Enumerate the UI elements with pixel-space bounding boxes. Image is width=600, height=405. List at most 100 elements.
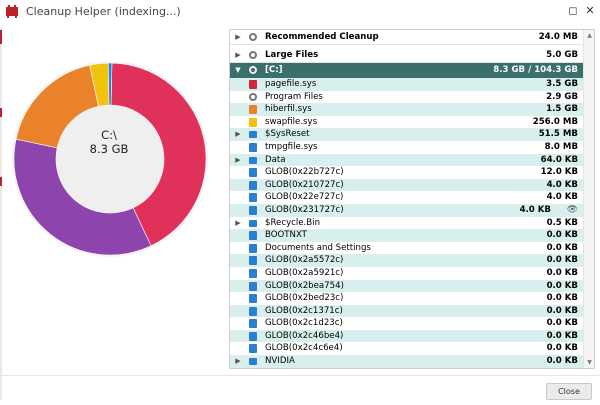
row-label: GLOB(0x22e727c)	[265, 192, 344, 203]
file-icon	[249, 231, 257, 241]
row-size: 0.0 KB	[546, 230, 578, 241]
expand-right-icon[interactable]: ▶	[234, 48, 242, 63]
row-label: GLOB(0x2a5572c)	[265, 255, 344, 266]
row-size: 3.5 GB	[546, 79, 578, 89]
folder-icon	[249, 156, 257, 164]
tree-row[interactable]: GLOB(0x2bed23c) 0.0 KB	[230, 292, 594, 305]
tree-row[interactable]: GLOB(0x2c46be4) 0.0 KB	[230, 329, 594, 343]
file-icon	[249, 294, 257, 304]
tree-row[interactable]: GLOB(0x231727c) 4.0 KB 👁	[230, 203, 594, 217]
file-icon	[249, 142, 257, 152]
orange-icon	[249, 105, 257, 115]
edge-mark	[0, 30, 2, 44]
row-label: $Recycle.Bin	[265, 217, 321, 228]
tree-row[interactable]: GLOB(0x2a5921c) 0.0 KB	[230, 267, 594, 280]
tree-row[interactable]: ▶ Recommended Cleanup 24.0 MB	[230, 30, 594, 45]
folder-icon	[249, 219, 257, 227]
tree-row[interactable]: ▶ $Recycle.Bin 0.5 KB	[230, 217, 594, 230]
tree-row[interactable]: GLOB(0x2c1371c) 0.0 KB	[230, 304, 594, 318]
row-size: 8.3 GB / 104.3 GB	[493, 65, 578, 75]
row-label: [C:]	[265, 65, 283, 75]
row-size: 0.0 KB	[546, 318, 578, 329]
folder-icon	[249, 358, 257, 366]
row-size: 0.0 KB	[546, 343, 578, 354]
row-size: 8.0 MB	[544, 141, 578, 152]
row-label: GLOB(0x2c46be4)	[265, 330, 344, 341]
tree-scrollbar[interactable]: ▲ ▼	[583, 30, 594, 368]
tree-row[interactable]: swapfile.sys 256.0 MB	[230, 116, 594, 129]
usage-donut: C:\ 8.3 GB	[4, 61, 216, 257]
file-icon	[249, 168, 257, 178]
tree-row[interactable]: ▶ Data 64.0 KB	[230, 153, 594, 167]
eye-icon[interactable]: 👁	[567, 204, 578, 217]
tree-row[interactable]: pagefile.sys 3.5 GB	[230, 78, 594, 91]
tree-row[interactable]: ▶ NVIDIA 0.0 KB	[230, 355, 594, 368]
expand-right-icon[interactable]: ▶	[234, 30, 242, 45]
row-size: 4.0 KB	[546, 179, 578, 190]
tree-row[interactable]: tmpgfile.sys 8.0 MB	[230, 141, 594, 154]
row-label: GLOB(0x2c4c6e4)	[265, 343, 343, 354]
gear-icon	[249, 51, 257, 59]
row-label: NVIDIA	[265, 356, 295, 367]
file-tree[interactable]: ▶ Recommended Cleanup 24.0 MB ▶ Large Files 5…	[229, 29, 595, 369]
expand-right-icon[interactable]: ▶	[234, 217, 242, 230]
row-label: hiberfil.sys	[265, 104, 312, 115]
expand-right-icon[interactable]: ▶	[234, 154, 242, 167]
donut-slice[interactable]	[107, 62, 113, 106]
tree-row[interactable]: GLOB(0x2bea754) 0.0 KB	[230, 279, 594, 293]
row-size: 0.0 KB	[546, 305, 578, 316]
row-size: 2.9 GB	[546, 91, 578, 102]
file-icon	[249, 180, 257, 190]
row-size: 0.0 KB	[546, 356, 578, 367]
close-button[interactable]: Close	[546, 383, 592, 400]
scroll-down-icon[interactable]: ▼	[585, 359, 594, 366]
restore-button[interactable]: ◻	[565, 3, 581, 19]
row-label: Recommended Cleanup	[265, 32, 379, 42]
yellow-icon	[249, 117, 257, 127]
tree-row[interactable]: GLOB(0x2c1d23c) 0.0 KB	[230, 317, 594, 330]
file-icon	[249, 205, 257, 215]
row-label: GLOB(0x231727c)	[265, 204, 344, 215]
scroll-up-icon[interactable]: ▲	[585, 32, 594, 39]
row-size: 0.0 KB	[546, 293, 578, 304]
drive-label: C:\	[101, 128, 117, 142]
file-icon	[249, 281, 257, 291]
row-label: GLOB(0x2bed23c)	[265, 293, 344, 304]
tree-row[interactable]: BOOTNXT 0.0 KB	[230, 229, 594, 242]
file-icon	[249, 344, 257, 354]
expand-right-icon[interactable]: ▶	[234, 355, 242, 368]
tree-row[interactable]: GLOB(0x2a5572c) 0.0 KB	[230, 254, 594, 267]
tree-row[interactable]: hiberfil.sys 1.5 GB	[230, 103, 594, 116]
row-size: 64.0 KB	[540, 154, 578, 165]
used-size: 8.3 GB	[89, 142, 129, 156]
row-label: Data	[265, 154, 286, 165]
tree-row[interactable]: GLOB(0x22e727c) 4.0 KB	[230, 191, 594, 204]
window-close-button[interactable]: ✕	[582, 3, 598, 19]
tree-row[interactable]: ▶ $SysReset 51.5 MB	[230, 128, 594, 141]
row-size: 4.0 KB	[519, 204, 551, 215]
row-label: pagefile.sys	[265, 79, 317, 89]
row-size: 0.0 KB	[546, 242, 578, 253]
row-size: 1.5 GB	[546, 104, 578, 115]
tree-row[interactable]: Documents and Settings 0.0 KB	[230, 242, 594, 255]
gear-icon	[249, 92, 257, 101]
row-size: 0.0 KB	[546, 255, 578, 266]
row-label: GLOB(0x22b727c)	[265, 167, 344, 178]
tree-row[interactable]: ▼ [C:] 8.3 GB / 104.3 GB	[230, 63, 594, 78]
tree-row[interactable]: GLOB(0x2c4c6e4) 0.0 KB	[230, 342, 594, 355]
row-size: 0.0 KB	[546, 280, 578, 291]
row-size: 0.0 KB	[546, 330, 578, 341]
tree-row[interactable]: Program Files 2.9 GB	[230, 91, 594, 104]
tree-row[interactable]: GLOB(0x210727c) 4.0 KB	[230, 178, 594, 192]
tree-row[interactable]: ▶ Large Files 5.0 GB	[230, 48, 594, 63]
row-size: 51.5 MB	[538, 129, 578, 140]
expand-right-icon[interactable]: ▶	[234, 128, 242, 141]
row-label: GLOB(0x2a5921c)	[265, 267, 344, 278]
expand-down-icon[interactable]: ▼	[234, 63, 242, 78]
tree-row[interactable]: GLOB(0x22b727c) 12.0 KB	[230, 166, 594, 179]
gear-icon	[249, 33, 257, 41]
file-icon	[249, 256, 257, 266]
tree-rows: ▶ Recommended Cleanup 24.0 MB ▶ Large Files 5…	[230, 30, 594, 368]
row-label: $SysReset	[265, 129, 310, 140]
row-size: 24.0 MB	[538, 32, 578, 42]
